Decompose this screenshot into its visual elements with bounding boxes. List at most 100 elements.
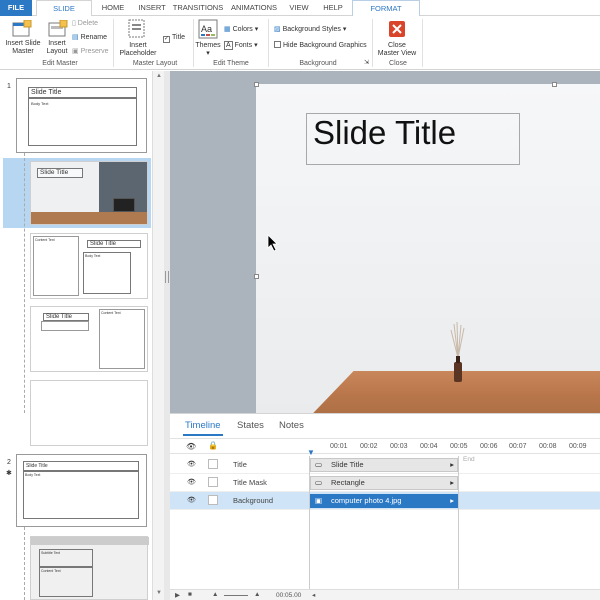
timeline-tick: 00:03 xyxy=(390,443,408,450)
timeline-bar[interactable]: ▣ computer photo 4.jpg ▸ xyxy=(310,494,458,508)
slide-master-thumbnail[interactable]: Slide Title Body Text xyxy=(16,454,147,527)
preserve-button[interactable]: ▣ Preserve xyxy=(72,47,109,57)
close-master-view-button[interactable]: Close Master View xyxy=(376,42,418,58)
zoom-out-icon[interactable]: ▲ xyxy=(212,591,218,598)
title-placeholder[interactable]: Slide Title xyxy=(306,113,520,165)
lock-checkbox[interactable] xyxy=(208,495,218,505)
timeline-tick: 00:08 xyxy=(539,443,557,450)
eye-icon[interactable]: 👁 xyxy=(187,496,196,504)
tab-notes[interactable]: Notes xyxy=(279,420,304,431)
thumb-body-placeholder: Body Text xyxy=(28,98,137,146)
timeline-row[interactable]: 👁 Title Mask ▭ Rectangle ▸ xyxy=(170,474,600,492)
fonts-icon: A xyxy=(224,41,233,50)
resize-handle[interactable] xyxy=(254,82,259,87)
slide-layout[interactable]: Slide Title xyxy=(256,84,600,413)
row-name: Title Mask xyxy=(233,478,267,487)
tab-states[interactable]: States xyxy=(237,420,264,431)
group-label-master-layout: Master Layout xyxy=(132,60,178,67)
slide-master-number: 2 xyxy=(7,459,11,466)
insert-layout-icon xyxy=(48,20,68,37)
timeline-bar-label: computer photo 4.jpg xyxy=(331,496,402,505)
eye-icon[interactable]: 👁 xyxy=(187,478,196,486)
insert-slide-master-button[interactable]: Insert Slide Master xyxy=(2,40,44,56)
background-styles-label: Background Styles xyxy=(282,26,341,33)
slide-master-number: 1 xyxy=(7,83,11,90)
delete-button[interactable]: ▯ Delete xyxy=(72,19,98,29)
svg-text:Aa: Aa xyxy=(201,24,212,34)
preserve-label: Preserve xyxy=(80,48,109,55)
tab-file[interactable]: FILE xyxy=(0,0,32,16)
zoom-slider[interactable] xyxy=(224,595,248,596)
background-styles-dropdown[interactable]: ▨ Background Styles ▾ xyxy=(274,25,346,35)
resize-handle[interactable] xyxy=(254,274,259,279)
thumb-monitor-image xyxy=(113,198,135,212)
eye-icon[interactable]: 👁 xyxy=(187,460,196,468)
lock-icon[interactable]: 🔒 xyxy=(208,441,218,450)
delete-label: Delete xyxy=(77,20,99,27)
zoom-in-icon[interactable]: ▲ xyxy=(254,591,260,598)
group-separator xyxy=(113,19,114,67)
themes-button[interactable]: Themes xyxy=(194,42,222,50)
group-label-edit-theme: Edit Theme xyxy=(213,60,249,67)
tab-view[interactable]: VIEW xyxy=(284,0,314,16)
slide-canvas[interactable]: Slide Title xyxy=(170,71,600,413)
tab-home[interactable]: HOME xyxy=(96,0,130,16)
layout-tree-connector xyxy=(24,527,25,600)
thumb-header-band xyxy=(31,537,149,545)
timeline-bar[interactable]: ▭ Slide Title ▸ xyxy=(310,458,458,472)
dialog-launcher-icon[interactable]: ⇲ xyxy=(364,58,369,68)
thumb-title-placeholder: Slide Title xyxy=(28,87,137,98)
thumb-title-placeholder: Slide Title xyxy=(23,461,139,471)
group-label-background: Background xyxy=(299,60,337,67)
layout-thumbnail[interactable]: Content Text Slide Title Body Text xyxy=(30,233,148,299)
thumb-subtitle-placeholder xyxy=(41,321,89,331)
timeline-bar-label: Rectangle xyxy=(331,478,365,487)
slide-title-text[interactable]: Slide Title xyxy=(313,114,456,152)
scroll-down-icon[interactable]: ▼ xyxy=(155,590,163,598)
resize-handle[interactable] xyxy=(552,82,557,87)
tab-slide-master[interactable]: SLIDE MASTER xyxy=(36,0,92,29)
tab-help[interactable]: HELP xyxy=(318,0,348,16)
layout-thumbnail[interactable]: Slide Title Content Text xyxy=(30,306,148,372)
slide-master-thumbnail[interactable]: Slide Title Body Text xyxy=(16,78,147,153)
lock-checkbox[interactable] xyxy=(208,459,218,469)
hide-background-graphics-checkbox[interactable]: Hide Background Graphics xyxy=(274,41,367,51)
text-object-icon: ▭ xyxy=(315,460,323,469)
layout-thumbnail[interactable] xyxy=(30,380,148,446)
layout-thumbnail[interactable]: Subtitle Text Content Text xyxy=(30,536,149,600)
themes-dropdown-arrow-icon[interactable]: ▾ xyxy=(194,50,222,58)
splitter-grip-icon xyxy=(165,271,169,283)
scroll-up-icon[interactable]: ▲ xyxy=(155,73,163,81)
eye-icon[interactable]: 👁 xyxy=(186,442,196,451)
image-icon: ▣ xyxy=(315,496,323,505)
thumbnail-scrollbar[interactable]: ▲ ▼ xyxy=(152,71,164,600)
fonts-dropdown[interactable]: A Fonts ▾ xyxy=(224,41,258,51)
thumb-body-placeholder: Body Text xyxy=(23,471,139,519)
tab-insert[interactable]: INSERT xyxy=(134,0,170,16)
insert-layout-button[interactable]: Insert Layout xyxy=(44,40,70,56)
insert-placeholder-button[interactable]: Insert Placeholder xyxy=(116,42,160,58)
timeline-bar[interactable]: ▭ Rectangle ▸ xyxy=(310,476,458,490)
group-separator xyxy=(422,19,423,67)
timeline-row[interactable]: 👁 Title ▭ Slide Title ▸ xyxy=(170,456,600,474)
chevron-right-icon: ▸ xyxy=(450,478,454,487)
tab-format[interactable]: FORMAT xyxy=(352,0,420,16)
thumb-title-placeholder: Slide Title xyxy=(43,313,89,321)
title-checkbox[interactable]: ✓ Title xyxy=(163,33,185,43)
colors-icon: ▦ xyxy=(224,26,233,33)
tab-animations[interactable]: ANIMATIONS xyxy=(228,0,280,16)
tab-transitions[interactable]: TRANSITIONS xyxy=(172,0,224,16)
scroll-left-icon[interactable]: ◂ xyxy=(312,591,315,599)
tab-timeline[interactable]: Timeline xyxy=(185,420,221,431)
stop-icon[interactable]: ■ xyxy=(188,591,192,598)
layout-thumbnail-selected[interactable]: Slide Title xyxy=(30,161,148,225)
colors-dropdown[interactable]: ▦ Colors ▾ xyxy=(224,25,258,35)
timeline-row-selected[interactable]: 👁 Background ▣ computer photo 4.jpg ▸ xyxy=(170,492,600,510)
lock-checkbox[interactable] xyxy=(208,477,218,487)
rename-button[interactable]: ▤ Rename xyxy=(72,33,107,43)
chevron-down-icon: ▾ xyxy=(340,26,347,33)
timeline-tick: 00:04 xyxy=(420,443,438,450)
timeline-tick: 00:02 xyxy=(360,443,378,450)
play-icon[interactable]: ▶ xyxy=(175,591,180,599)
slide-thumbnail-panel[interactable]: 1 Slide Title Body Text Slide Title Cont… xyxy=(0,71,153,600)
